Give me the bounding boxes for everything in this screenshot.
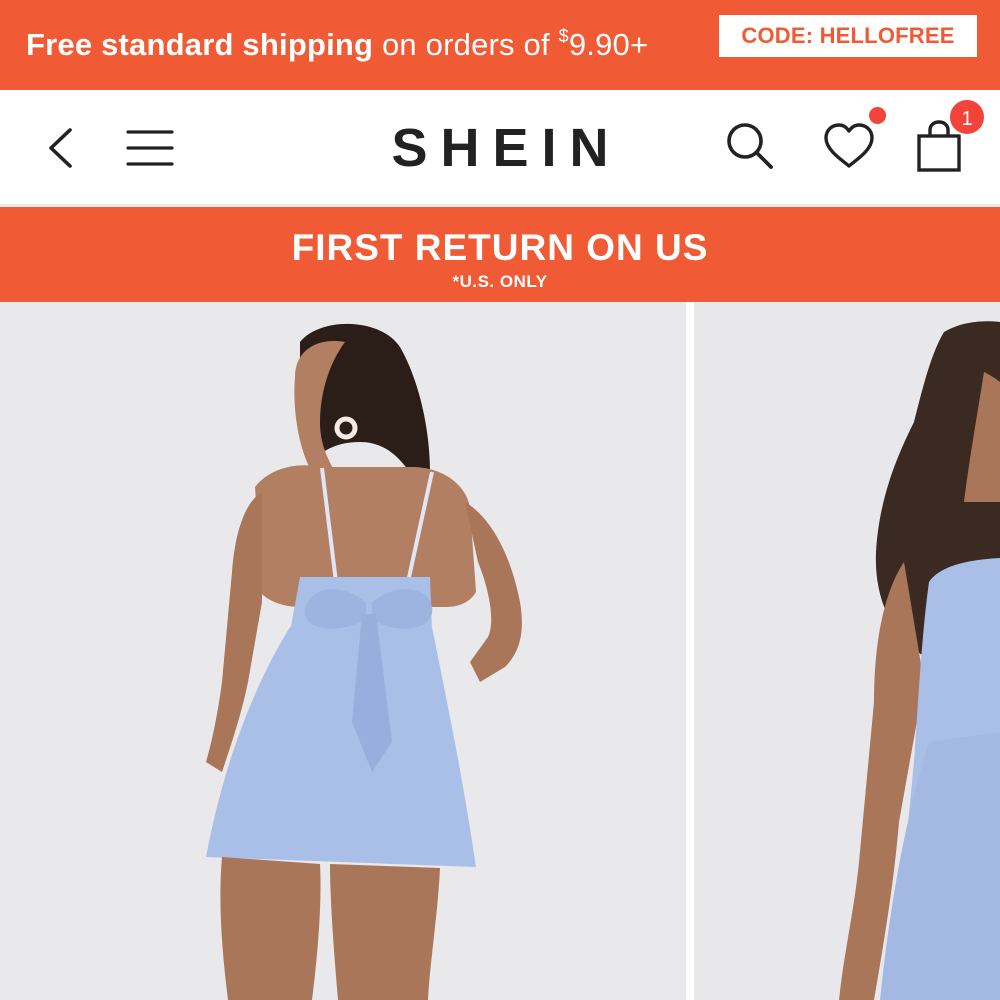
shein-logo[interactable]: SHEIN (330, 118, 670, 178)
search-icon[interactable] (724, 120, 776, 172)
product-photo-back-view[interactable] (0, 302, 686, 1000)
menu-icon[interactable] (126, 128, 174, 168)
cart-count-badge: 1 (948, 98, 986, 136)
wishlist-notification-dot (869, 107, 886, 124)
header-nav: SHEIN 1 (0, 90, 1000, 204)
model-back-view-illustration (0, 302, 686, 1000)
shipping-message-rest: on orders of (373, 27, 559, 62)
heart-icon[interactable] (822, 122, 876, 170)
promo-title: FIRST RETURN ON US (291, 227, 709, 268)
shipping-currency: $ (558, 26, 569, 46)
promo-subtitle: *U.S. ONLY (452, 272, 548, 291)
product-photo-front-view[interactable] (694, 302, 1000, 1000)
product-image-gallery[interactable] (0, 302, 1000, 1000)
shipping-banner: Free standard shipping on orders of $9.9… (0, 0, 1000, 90)
model-front-view-illustration (694, 302, 1000, 1000)
promo-code-box[interactable]: CODE: HELLOFREE (719, 15, 977, 57)
back-arrow-icon[interactable] (44, 126, 76, 170)
shipping-message-bold: Free standard shipping (26, 27, 374, 62)
shipping-amount: 9.90+ (568, 27, 649, 62)
promo-banner[interactable]: FIRST RETURN ON US *U.S. ONLY (0, 207, 1000, 302)
shipping-message: Free standard shipping on orders of $9.9… (26, 14, 648, 62)
